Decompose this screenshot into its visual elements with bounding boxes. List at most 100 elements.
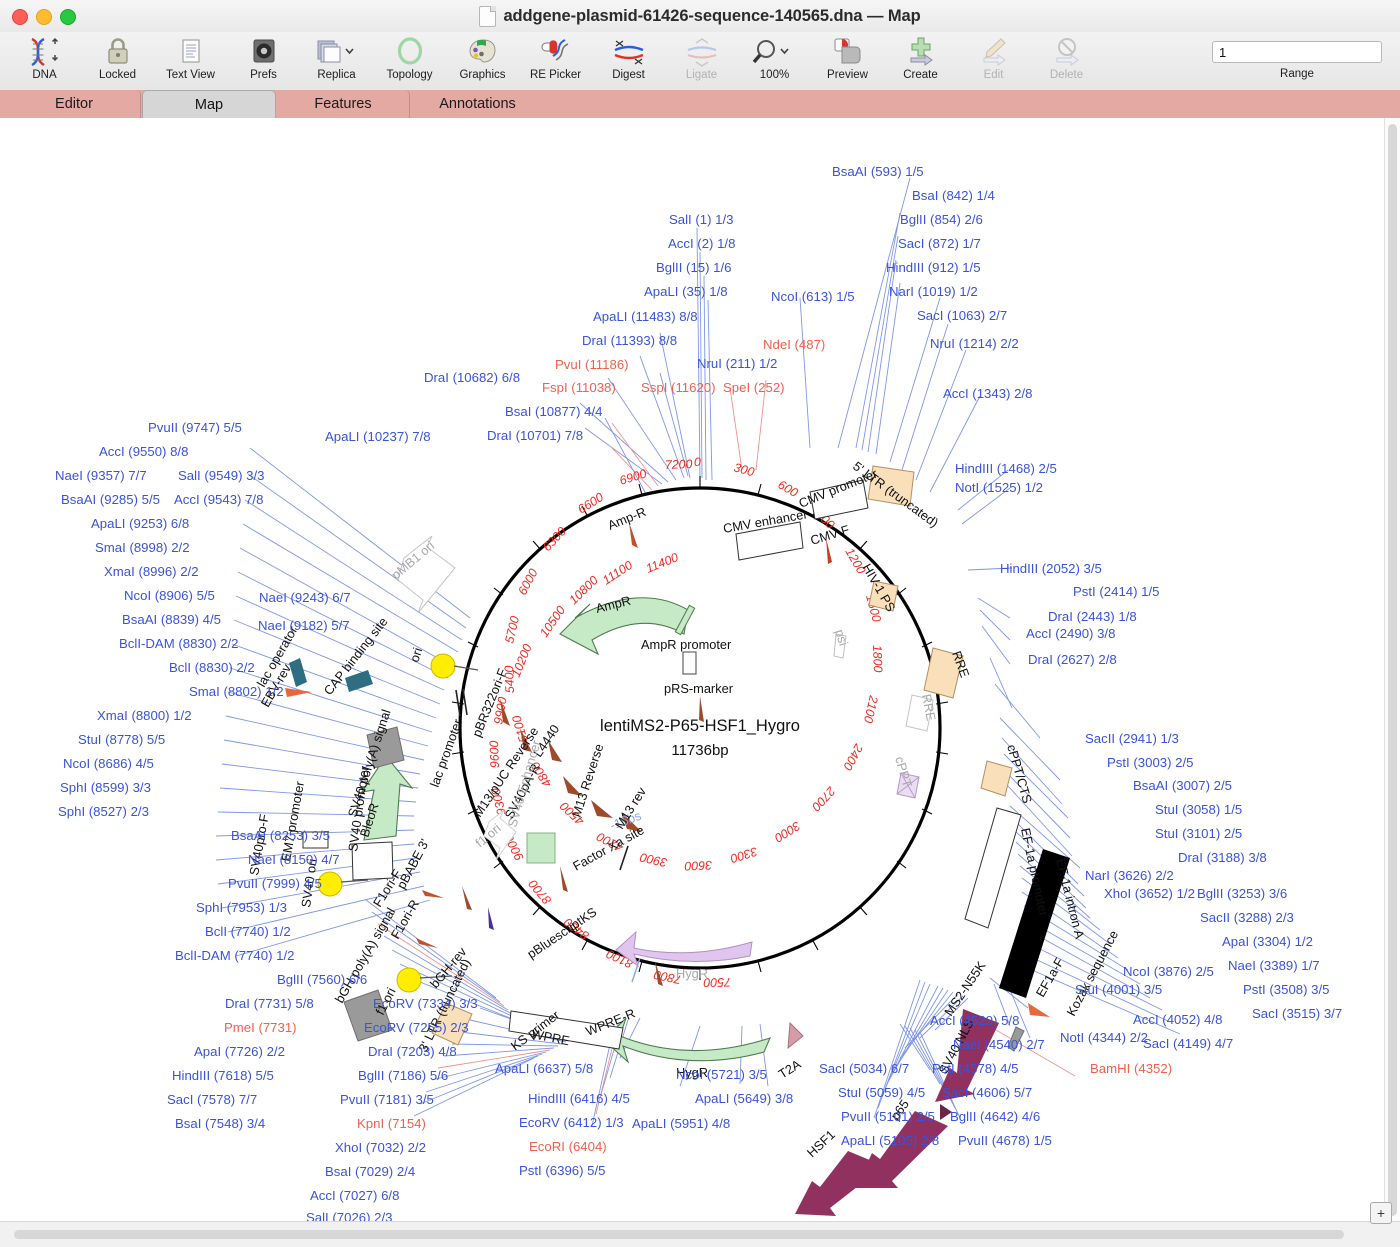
- svg-text:6900: 6900: [618, 466, 649, 487]
- toolbar-label-prefs: Prefs: [250, 69, 277, 81]
- toolbar-button-graphics[interactable]: Graphics: [446, 32, 519, 90]
- enzyme-site-bsaai-8839: BsaAI (8839) 4/5: [122, 612, 221, 627]
- enzyme-site-nari-3626: NarI (3626) 2/2: [1085, 868, 1174, 883]
- range-input[interactable]: [1212, 41, 1382, 63]
- enzyme-site-xmai-8800: XmaI (8800) 1/2: [97, 708, 192, 723]
- feature-m13-reverse: [591, 800, 613, 818]
- svg-text:3300: 3300: [729, 844, 760, 865]
- enzyme-site-bsai-7548: BsaI (7548) 3/4: [175, 1116, 265, 1131]
- feature-t2a: [787, 1021, 804, 1050]
- svg-text:6600: 6600: [575, 490, 606, 517]
- add-button[interactable]: +: [1370, 1202, 1392, 1224]
- enzyme-site-saci-7578: SacI (7578) 7/7: [167, 1092, 257, 1107]
- tab-annotations[interactable]: Annotations: [411, 90, 544, 118]
- tab-annotations-label: Annotations: [439, 96, 516, 112]
- toolbar-button-locked[interactable]: Locked: [81, 32, 154, 90]
- horizontal-scrollbar-thumb[interactable]: [14, 1230, 1344, 1239]
- tab-features[interactable]: Features: [277, 90, 410, 118]
- enzyme-site-acci-1343: AccI (1343) 2/8: [943, 386, 1032, 401]
- enzyme-site-ncoi-8686: NcoI (8686) 4/5: [63, 756, 154, 771]
- feature-label-ampr-promoter: AmpR promoter: [641, 637, 732, 652]
- preview-icon: [831, 36, 865, 68]
- svg-text:9600: 9600: [487, 740, 502, 768]
- toolbar-label-replica: Replica: [317, 69, 356, 81]
- toolbar-label-create: Create: [903, 69, 938, 81]
- prohibit-arrow-icon: [1050, 36, 1084, 68]
- enzyme-site-pvui-11186: PvuI (11186): [555, 357, 629, 372]
- enzyme-site-ncoi-613: NcoI (613) 1/5: [771, 289, 855, 304]
- enzyme-site-xmai-8996: XmaI (8996) 2/2: [104, 564, 199, 579]
- enzyme-site-ncoi-8906: NcoI (8906) 5/5: [124, 588, 215, 603]
- plasmid-map-canvas[interactable]: 0 300 600 900 1200 1500 1800 2100 2400 2…: [0, 118, 1400, 1223]
- toolbar-button-zoom[interactable]: 100%: [738, 32, 811, 90]
- toolbar-button-digest[interactable]: Digest: [592, 32, 665, 90]
- feature-ef1a-promoter: [964, 807, 1022, 929]
- feature-label-ori: ori: [407, 646, 426, 664]
- enzyme-site-bcli-8830: BclI (8830) 2/2: [169, 660, 255, 675]
- enzyme-site-saci-4149: SacI (4149) 4/7: [1143, 1036, 1233, 1051]
- enzyme-site-noti-4344: NotI (4344) 2/2: [1060, 1030, 1148, 1045]
- enzyme-site-apai-7726: ApaI (7726) 2/2: [194, 1044, 285, 1059]
- vertical-scrollbar-thumb[interactable]: [1388, 124, 1397, 1216]
- scissors-dna-icon: [610, 36, 648, 68]
- feature-bgh-rev: [462, 886, 472, 910]
- enzyme-site-pmei-7731: PmeI (7731): [224, 1020, 297, 1035]
- svg-text:2700: 2700: [809, 783, 839, 814]
- enzyme-site-ecorv-6412: EcoRV (6412) 1/3: [519, 1115, 624, 1130]
- feature-amp-r: [629, 522, 638, 548]
- svg-text:3000: 3000: [772, 818, 803, 845]
- enzyme-site-naei-8150: NaeI (8150) 4/7: [248, 852, 340, 867]
- enzyme-site-kpni-7154: KpnI (7154): [357, 1116, 426, 1131]
- enzyme-site-drai-2627: DraI (2627) 2/8: [1028, 652, 1117, 667]
- enzyme-site-drai-3188: DraI (3188) 3/8: [1178, 850, 1267, 865]
- enzyme-site-bcli-7740: BclI (7740) 1/2: [205, 924, 291, 939]
- toolbar-label-locked: Locked: [98, 69, 137, 81]
- toolbar-button-replica[interactable]: Replica: [300, 32, 373, 90]
- toolbar-label-graphics: Graphics: [459, 69, 506, 81]
- enzyme-site-apali-11483: ApaLI (11483) 8/8: [593, 309, 698, 324]
- palette-icon: [467, 36, 499, 68]
- toolbar-button-create[interactable]: Create: [884, 32, 957, 90]
- enzyme-site-ndei-487: NdeI (487): [763, 337, 825, 352]
- tab-map[interactable]: Map: [142, 90, 276, 118]
- svg-text:3900: 3900: [639, 850, 669, 870]
- enzyme-site-bglii-854: BglII (854) 2/6: [900, 212, 983, 227]
- enzyme-site-sacii-2941: SacII (2941) 1/3: [1085, 731, 1179, 746]
- range-label: Range: [1280, 68, 1314, 80]
- svg-text:11100: 11100: [600, 558, 635, 588]
- tab-bar: Editor Map Features Annotations: [0, 90, 1400, 119]
- toolbar-label-edit: Edit: [983, 69, 1004, 81]
- ligate-dna-icon: [683, 36, 721, 68]
- toolbar-button-topology[interactable]: Topology: [373, 32, 446, 90]
- toolbar-button-ligate: Ligate: [665, 32, 738, 90]
- toolbar-label-text-view: Text View: [165, 69, 215, 81]
- enzyme-site-naei-9182: NaeI (9182) 5/7: [258, 618, 350, 633]
- enzyme-site-nrui-1214: NruI (1214) 2/2: [930, 336, 1019, 351]
- toolbar-button-re-picker[interactable]: RE Picker: [519, 32, 592, 90]
- feature-ks-primer: [488, 907, 494, 930]
- enzyme-labels-top: SalI (1) 1/3 AccI (2) 1/8 BglII (15) 1/6…: [325, 164, 1032, 444]
- enzyme-site-naei-9357: NaeI (9357) 7/7: [55, 468, 147, 483]
- toolbar-button-dna[interactable]: DNA: [8, 32, 81, 90]
- toolbar-button-prefs[interactable]: Prefs: [227, 32, 300, 90]
- enzyme-site-bglii-7186: BglII (7186) 5/6: [358, 1068, 448, 1083]
- enzyme-site-acci-7027: AccI (7027) 6/8: [310, 1188, 399, 1203]
- enzyme-site-drai-7203: DraI (7203) 4/8: [368, 1044, 457, 1059]
- enzyme-site-psti-3508: PstI (3508) 3/5: [1243, 982, 1330, 997]
- enzyme-site-drai-10701: DraI (10701) 7/8: [487, 428, 583, 443]
- svg-text:3600: 3600: [684, 858, 712, 873]
- enzyme-site-ncoi-5721: NcoI (5721) 3/5: [676, 1067, 767, 1082]
- enzyme-site-bclidam-7740: BclI-DAM (7740) 1/2: [175, 948, 294, 963]
- text-document-icon: [178, 36, 204, 68]
- feature-label-factor-xa: Factor Xa site: [570, 822, 646, 873]
- tab-editor[interactable]: Editor: [8, 90, 141, 118]
- enzyme-site-saci-1063: SacI (1063) 2/7: [917, 308, 1007, 323]
- toolbar-button-text-view[interactable]: Text View: [154, 32, 227, 90]
- enzyme-site-apali-9253: ApaLI (9253) 6/8: [91, 516, 189, 531]
- toolbar-button-preview[interactable]: Preview: [811, 32, 884, 90]
- window-title: addgene-plasmid-61426-sequence-140565.dn…: [503, 6, 921, 25]
- enzyme-site-nrui-211: NruI (211) 1/2: [697, 356, 777, 371]
- enzyme-site-ecorv-7334: EcoRV (7334) 3/3: [373, 996, 478, 1011]
- toolbar-label-preview: Preview: [827, 69, 868, 81]
- enzyme-site-bsai-7029: BsaI (7029) 2/4: [325, 1164, 415, 1179]
